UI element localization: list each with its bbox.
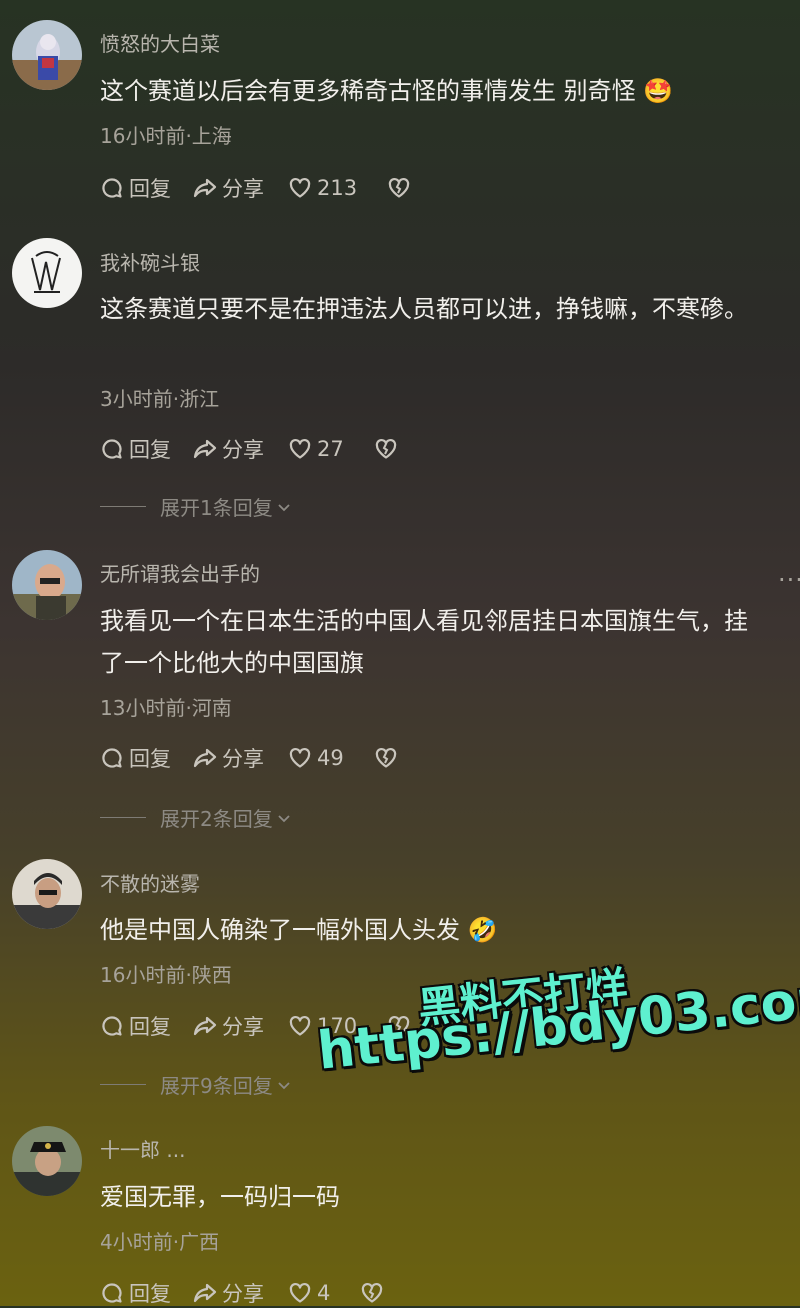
- heart-icon: [289, 747, 311, 768]
- like-count: 27: [317, 437, 344, 461]
- speech-bubble-icon: [102, 748, 122, 768]
- action-bar: 回复 分享 213: [100, 173, 411, 203]
- username[interactable]: 愤怒的大白菜: [100, 28, 220, 57]
- expand-replies-label: 展开9条回复: [160, 1074, 273, 1098]
- comment-meta: 16小时前·上海: [100, 124, 232, 148]
- share-label: 分享: [222, 177, 264, 201]
- like-button[interactable]: 49: [288, 746, 344, 770]
- reply-button[interactable]: 回复: [100, 1278, 171, 1308]
- broken-heart-icon: [375, 438, 396, 459]
- avatar[interactable]: [12, 238, 82, 308]
- reply-button[interactable]: 回复: [100, 434, 171, 464]
- share-label: 分享: [222, 1282, 264, 1306]
- speech-bubble-icon: [102, 1283, 122, 1303]
- broken-heart-icon: [388, 177, 410, 198]
- divider: [100, 817, 146, 818]
- speech-bubble-icon: [102, 178, 122, 198]
- share-label: 分享: [222, 438, 264, 462]
- dislike-button[interactable]: [374, 746, 398, 770]
- reply-label: 回复: [129, 438, 171, 462]
- comment-text: 他是中国人确染了一幅外国人头发 🤣: [100, 916, 498, 944]
- action-bar: 回复 分享 4: [100, 1278, 384, 1308]
- avatar[interactable]: [12, 1126, 82, 1196]
- comment-meta: 16小时前·陕西: [100, 963, 232, 987]
- action-bar: 回复 分享 49: [100, 743, 398, 773]
- chevron-down-icon: [278, 503, 290, 511]
- share-button[interactable]: 分享: [193, 1278, 264, 1308]
- share-button[interactable]: 分享: [193, 434, 264, 464]
- comment-meta: 3小时前·浙江: [100, 387, 220, 411]
- broken-heart-icon: [362, 1282, 383, 1303]
- like-button[interactable]: 213: [288, 176, 357, 200]
- comment-text: 这条赛道只要不是在押违法人员都可以进，挣钱嘛，不寒碜。: [100, 295, 748, 323]
- share-arrow-icon: [193, 439, 217, 459]
- share-label: 分享: [222, 1015, 264, 1039]
- avatar-image: [12, 859, 82, 929]
- expand-replies-button[interactable]: 展开9条回复: [100, 1070, 292, 1099]
- heart-icon: [289, 1015, 311, 1036]
- reply-button[interactable]: 回复: [100, 743, 171, 773]
- avatar-image: [12, 238, 82, 308]
- comment-meta: 4小时前·广西: [100, 1230, 220, 1254]
- like-count: 4: [317, 1281, 331, 1305]
- share-button[interactable]: 分享: [193, 1011, 264, 1041]
- comment-meta: 13小时前·河南: [100, 696, 232, 720]
- avatar-image: [12, 550, 82, 620]
- comment-text: 这个赛道以后会有更多稀奇古怪的事情发生 别奇怪 🤩: [100, 77, 674, 105]
- share-button[interactable]: 分享: [193, 743, 264, 773]
- share-label: 分享: [222, 747, 264, 771]
- like-count: 49: [317, 746, 344, 770]
- reply-button[interactable]: 回复: [100, 1011, 171, 1041]
- username[interactable]: 不散的迷雾: [100, 868, 200, 897]
- username[interactable]: 十一郎 ...: [100, 1134, 185, 1163]
- speech-bubble-icon: [102, 439, 122, 459]
- divider: [100, 1084, 146, 1085]
- share-arrow-icon: [193, 1283, 217, 1303]
- reply-label: 回复: [129, 747, 171, 771]
- expand-replies-button[interactable]: 展开2条回复: [100, 803, 292, 832]
- share-arrow-icon: [193, 748, 217, 768]
- reply-button[interactable]: 回复: [100, 173, 171, 203]
- more-options-button[interactable]: ···: [778, 566, 800, 594]
- chevron-down-icon: [278, 1081, 290, 1089]
- expand-replies-label: 展开2条回复: [160, 807, 273, 831]
- like-count: 213: [317, 176, 358, 200]
- share-arrow-icon: [193, 1016, 217, 1036]
- divider: [100, 506, 146, 507]
- action-bar: 回复 分享 27: [100, 434, 398, 464]
- avatar[interactable]: [12, 550, 82, 620]
- avatar[interactable]: [12, 859, 82, 929]
- username[interactable]: 我补碗斗银: [100, 247, 200, 276]
- like-button[interactable]: 4: [288, 1281, 330, 1305]
- reply-label: 回复: [129, 1015, 171, 1039]
- dislike-button[interactable]: [387, 176, 411, 200]
- heart-icon: [289, 438, 311, 459]
- speech-bubble-icon: [102, 1016, 122, 1036]
- dislike-button[interactable]: [360, 1281, 384, 1305]
- expand-replies-button[interactable]: 展开1条回复: [100, 492, 292, 521]
- heart-icon: [289, 1282, 311, 1303]
- expand-replies-label: 展开1条回复: [160, 496, 273, 520]
- comment-text: 我看见一个在日本生活的中国人看见邻居挂日本国旗生气，挂了一个比他大的中国国旗: [100, 607, 748, 677]
- like-button[interactable]: 27: [288, 437, 344, 461]
- dislike-button[interactable]: [374, 437, 398, 461]
- broken-heart-icon: [375, 747, 396, 768]
- avatar-image: [12, 1126, 82, 1196]
- avatar[interactable]: [12, 20, 82, 90]
- reply-label: 回复: [129, 177, 171, 201]
- comment-text: 爱国无罪，一码归一码: [100, 1183, 340, 1211]
- share-arrow-icon: [193, 178, 217, 198]
- avatar-image: [12, 20, 82, 90]
- chevron-down-icon: [278, 814, 290, 822]
- username[interactable]: 无所谓我会出手的: [100, 558, 260, 587]
- heart-icon: [289, 177, 311, 198]
- reply-label: 回复: [129, 1282, 171, 1306]
- share-button[interactable]: 分享: [193, 173, 264, 203]
